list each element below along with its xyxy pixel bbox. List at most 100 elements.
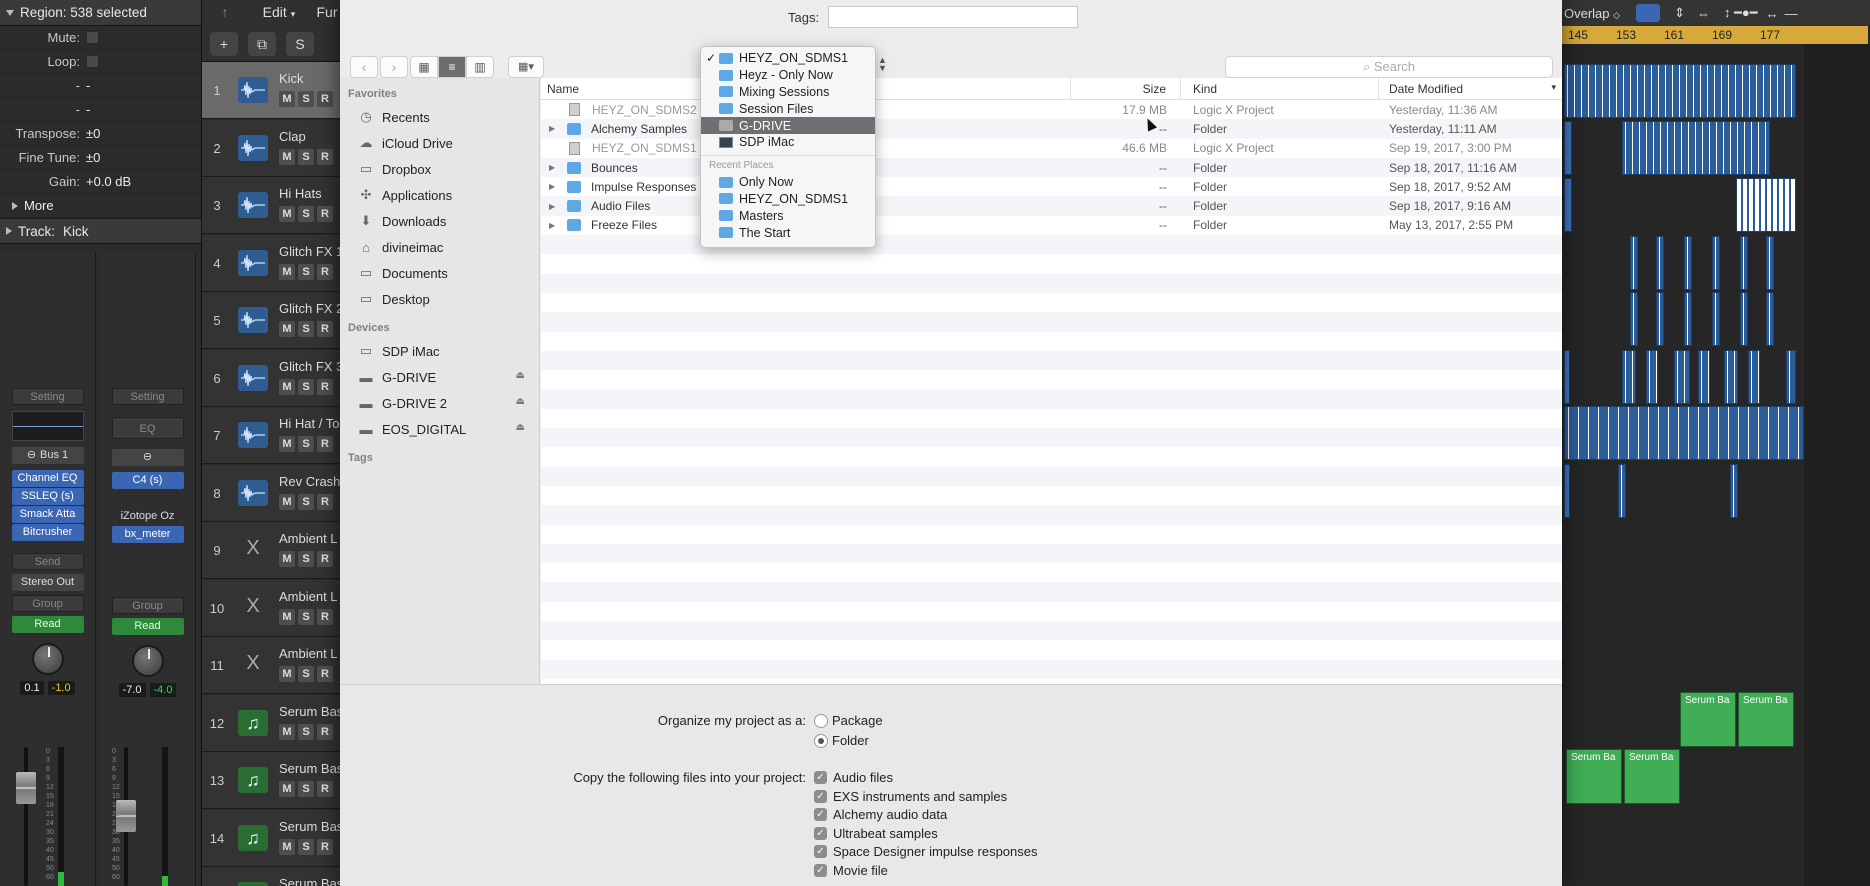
- date-column-header[interactable]: Date Modified ▾: [1379, 78, 1562, 99]
- tags-input[interactable]: [828, 6, 1078, 28]
- track-header[interactable]: 4 Glitch FX 1 MSR: [202, 234, 343, 292]
- audio-region[interactable]: [1736, 178, 1796, 232]
- audio-region[interactable]: [1646, 350, 1658, 404]
- eq-thumbnail[interactable]: [11, 411, 84, 441]
- back-button[interactable]: ↑: [210, 0, 240, 24]
- record-button[interactable]: R: [317, 723, 333, 740]
- location-menu-item[interactable]: Session Files: [701, 100, 875, 117]
- solo-button[interactable]: S: [298, 838, 314, 855]
- audio-region[interactable]: [1684, 236, 1692, 290]
- track-header[interactable]: 5 Glitch FX 2 MSR: [202, 292, 343, 349]
- recent-place-item[interactable]: Masters: [701, 207, 875, 224]
- mute-button[interactable]: M: [279, 321, 295, 337]
- kind-column-header[interactable]: Kind: [1181, 78, 1379, 99]
- mute-button[interactable]: M: [279, 723, 295, 740]
- track-header[interactable]: 9 X Ambient L MSR: [202, 522, 340, 579]
- track-header[interactable]: 14 ♫ Serum Bas M S R: [202, 809, 343, 867]
- fine-tune-row[interactable]: Fine Tune: ±0: [0, 146, 201, 170]
- loop-checkbox[interactable]: [86, 55, 99, 68]
- volume-fader-handle[interactable]: [16, 772, 36, 804]
- plugin-slot-1[interactable]: C4 (s): [111, 472, 184, 489]
- track-header[interactable]: 3 Hi Hats M S R: [202, 177, 340, 234]
- audio-region[interactable]: [1766, 292, 1774, 346]
- track-height-slider[interactable]: ↕ ━●━: [1724, 5, 1758, 21]
- audio-region[interactable]: [1622, 350, 1636, 404]
- folder-radio[interactable]: Folder: [814, 733, 869, 748]
- mute-button[interactable]: M: [279, 781, 295, 797]
- mute-button[interactable]: M: [279, 608, 295, 625]
- sidebar-item-desktop[interactable]: ▭ Desktop: [340, 286, 539, 312]
- horizontal-resize-icon[interactable]: ↔: [1766, 6, 1779, 21]
- plugin-slot-2[interactable]: SSLEQ (s): [11, 488, 84, 505]
- checkbox[interactable]: ✓: [814, 863, 827, 877]
- audio-region[interactable]: [1656, 292, 1664, 346]
- search-field[interactable]: ⌕ Search: [1225, 56, 1553, 78]
- more-row[interactable]: More: [0, 194, 201, 218]
- audio-region[interactable]: [1674, 350, 1690, 404]
- recent-place-item[interactable]: Only Now: [701, 174, 875, 191]
- forward-button[interactable]: ›: [380, 56, 408, 78]
- bus-send-button[interactable]: ⊖ Bus 1: [11, 447, 84, 464]
- record-button[interactable]: R: [317, 378, 333, 395]
- setting-button[interactable]: Setting: [111, 388, 184, 405]
- solo-button[interactable]: S: [298, 723, 314, 740]
- sidebar-item-dropbox[interactable]: ▭ Dropbox: [340, 156, 539, 182]
- region-inspector-header[interactable]: Region: 538 selected: [0, 0, 201, 26]
- audio-region[interactable]: [1786, 350, 1796, 404]
- solo-button[interactable]: S: [298, 436, 314, 452]
- mute-checkbox[interactable]: [86, 31, 99, 44]
- file-row[interactable]: ▶ Audio Files -- Folder Sep 18, 2017, 9:16 A…: [541, 196, 1562, 216]
- audio-region[interactable]: [1564, 406, 1804, 460]
- group-button[interactable]: Group: [111, 597, 184, 614]
- audio-region[interactable]: [1564, 121, 1572, 175]
- send-slot[interactable]: Send: [11, 553, 84, 570]
- audio-region[interactable]: [1630, 292, 1638, 346]
- track-header[interactable]: 12 ♫ Serum Bas M S R: [202, 694, 343, 752]
- copy-option-checkbox[interactable]: ✓ Audio files: [814, 770, 893, 785]
- copy-option-checkbox[interactable]: ✓ Ultrabeat samples: [814, 826, 938, 841]
- back-button[interactable]: ‹: [350, 56, 378, 78]
- audio-region[interactable]: [1766, 236, 1774, 290]
- audio-region[interactable]: [1712, 236, 1720, 290]
- audio-region[interactable]: [1740, 236, 1748, 290]
- mute-button[interactable]: M: [279, 436, 295, 452]
- solo-button[interactable]: S: [298, 91, 314, 107]
- track-header[interactable]: 7 Hi Hat / To M S R: [202, 407, 340, 464]
- mute-button[interactable]: M: [279, 493, 295, 510]
- mute-button[interactable]: M: [279, 838, 295, 855]
- disclosure-triangle-icon[interactable]: [6, 9, 14, 16]
- automation-read-button[interactable]: Read: [111, 618, 184, 635]
- record-button[interactable]: R: [317, 666, 333, 682]
- record-button[interactable]: R: [317, 493, 333, 510]
- sidebar-item-icloud-drive[interactable]: ☁ iCloud Drive: [340, 130, 539, 156]
- record-button[interactable]: R: [317, 91, 333, 107]
- disclosure-triangle-icon[interactable]: ▶: [549, 202, 559, 211]
- vertical-scroll-area[interactable]: [1804, 44, 1870, 886]
- solo-button[interactable]: S: [298, 321, 314, 337]
- midi-region[interactable]: Serum Ba: [1738, 692, 1794, 747]
- gain-row[interactable]: Gain: +0.0 dB: [0, 170, 201, 194]
- file-row[interactable]: ▶ Freeze Files -- Folder May 13, 2017, 2:55 …: [541, 216, 1562, 235]
- recent-place-item[interactable]: The Start: [701, 224, 875, 241]
- link-button[interactable]: ⊖: [111, 449, 184, 466]
- sidebar-item-g-drive-2[interactable]: ▬ G-DRIVE 2 ⏏: [340, 390, 539, 416]
- audio-region[interactable]: [1564, 178, 1572, 232]
- record-button[interactable]: R: [317, 781, 333, 797]
- copy-option-checkbox[interactable]: ✓ EXS instruments and samples: [814, 789, 1007, 804]
- output-button[interactable]: Stereo Out: [11, 574, 84, 591]
- midi-region[interactable]: Serum Ba: [1566, 749, 1622, 804]
- checkbox[interactable]: ✓: [814, 826, 827, 840]
- sidebar-item-eos-digital[interactable]: ▬ EOS_DIGITAL ⏏: [340, 416, 539, 442]
- solo-button[interactable]: S: [298, 206, 314, 222]
- disclosure-triangle-icon[interactable]: ▶: [549, 124, 559, 133]
- fine-tune-value[interactable]: ±0: [86, 150, 100, 165]
- mute-button[interactable]: M: [279, 378, 295, 395]
- midi-region[interactable]: Serum Ba: [1624, 749, 1680, 804]
- popup-stepper-icon[interactable]: ▲ ▼: [878, 56, 887, 73]
- solo-button[interactable]: S: [298, 551, 314, 567]
- record-button[interactable]: R: [317, 206, 333, 222]
- checkbox[interactable]: ✓: [814, 789, 827, 803]
- location-menu-item[interactable]: SDP iMac: [701, 134, 875, 151]
- audio-region[interactable]: [1748, 350, 1760, 404]
- track-header[interactable]: 1 Kick M S R: [202, 62, 340, 119]
